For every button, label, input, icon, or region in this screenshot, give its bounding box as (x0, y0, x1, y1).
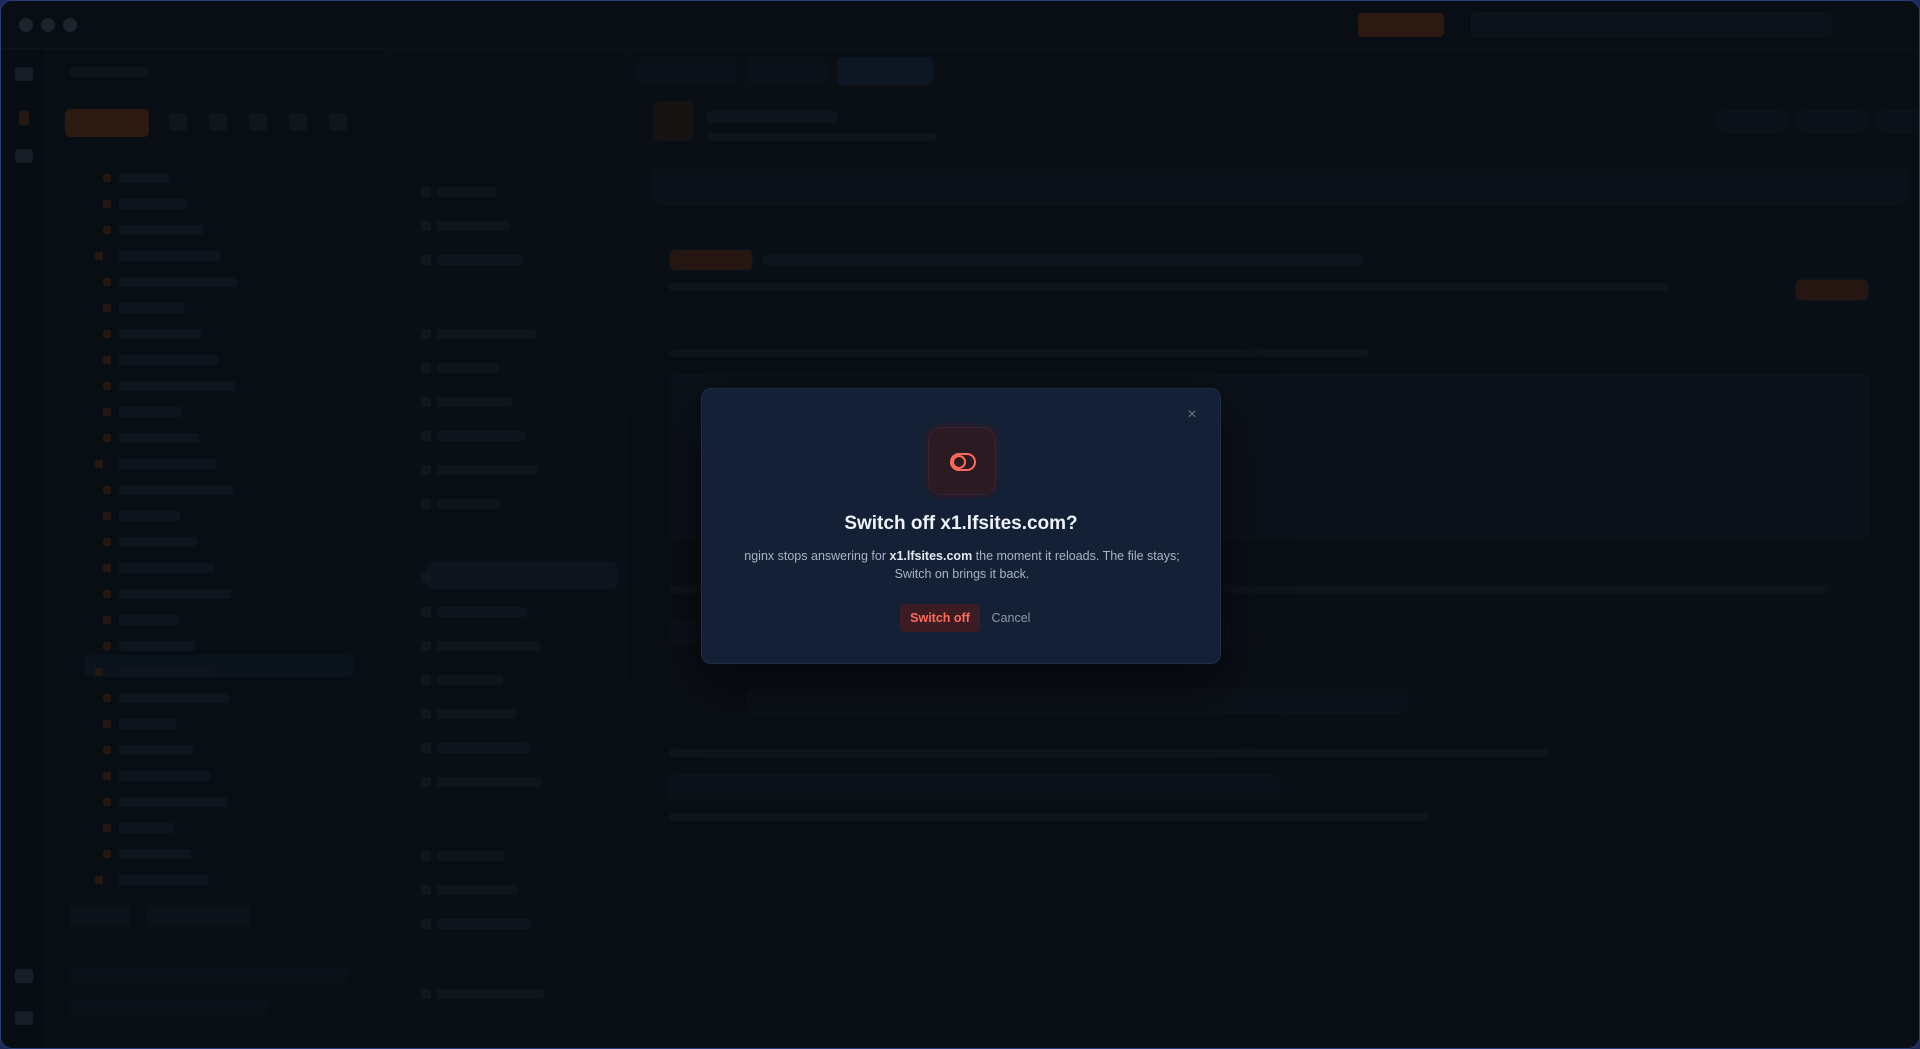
message-prefix: nginx stops answering for (744, 549, 890, 563)
message-domain: x1.lfsites.com (889, 549, 973, 563)
switch-off-button[interactable]: Switch off (900, 604, 980, 632)
close-icon[interactable]: × (1182, 405, 1202, 425)
toggle-icon-graphic (950, 453, 976, 471)
confirm-dialog: × Switch off x1.lfsites.com? nginx stops… (701, 388, 1221, 664)
cancel-button[interactable]: Cancel (986, 604, 1036, 632)
dialog-title: Switch off x1.lfsites.com? (844, 513, 1078, 534)
app-window: × Switch off x1.lfsites.com? nginx stops… (0, 0, 1920, 1049)
toggle-off-icon (928, 427, 996, 495)
dialog-message: nginx stops answering for x1.lfsites.com… (742, 547, 1182, 583)
